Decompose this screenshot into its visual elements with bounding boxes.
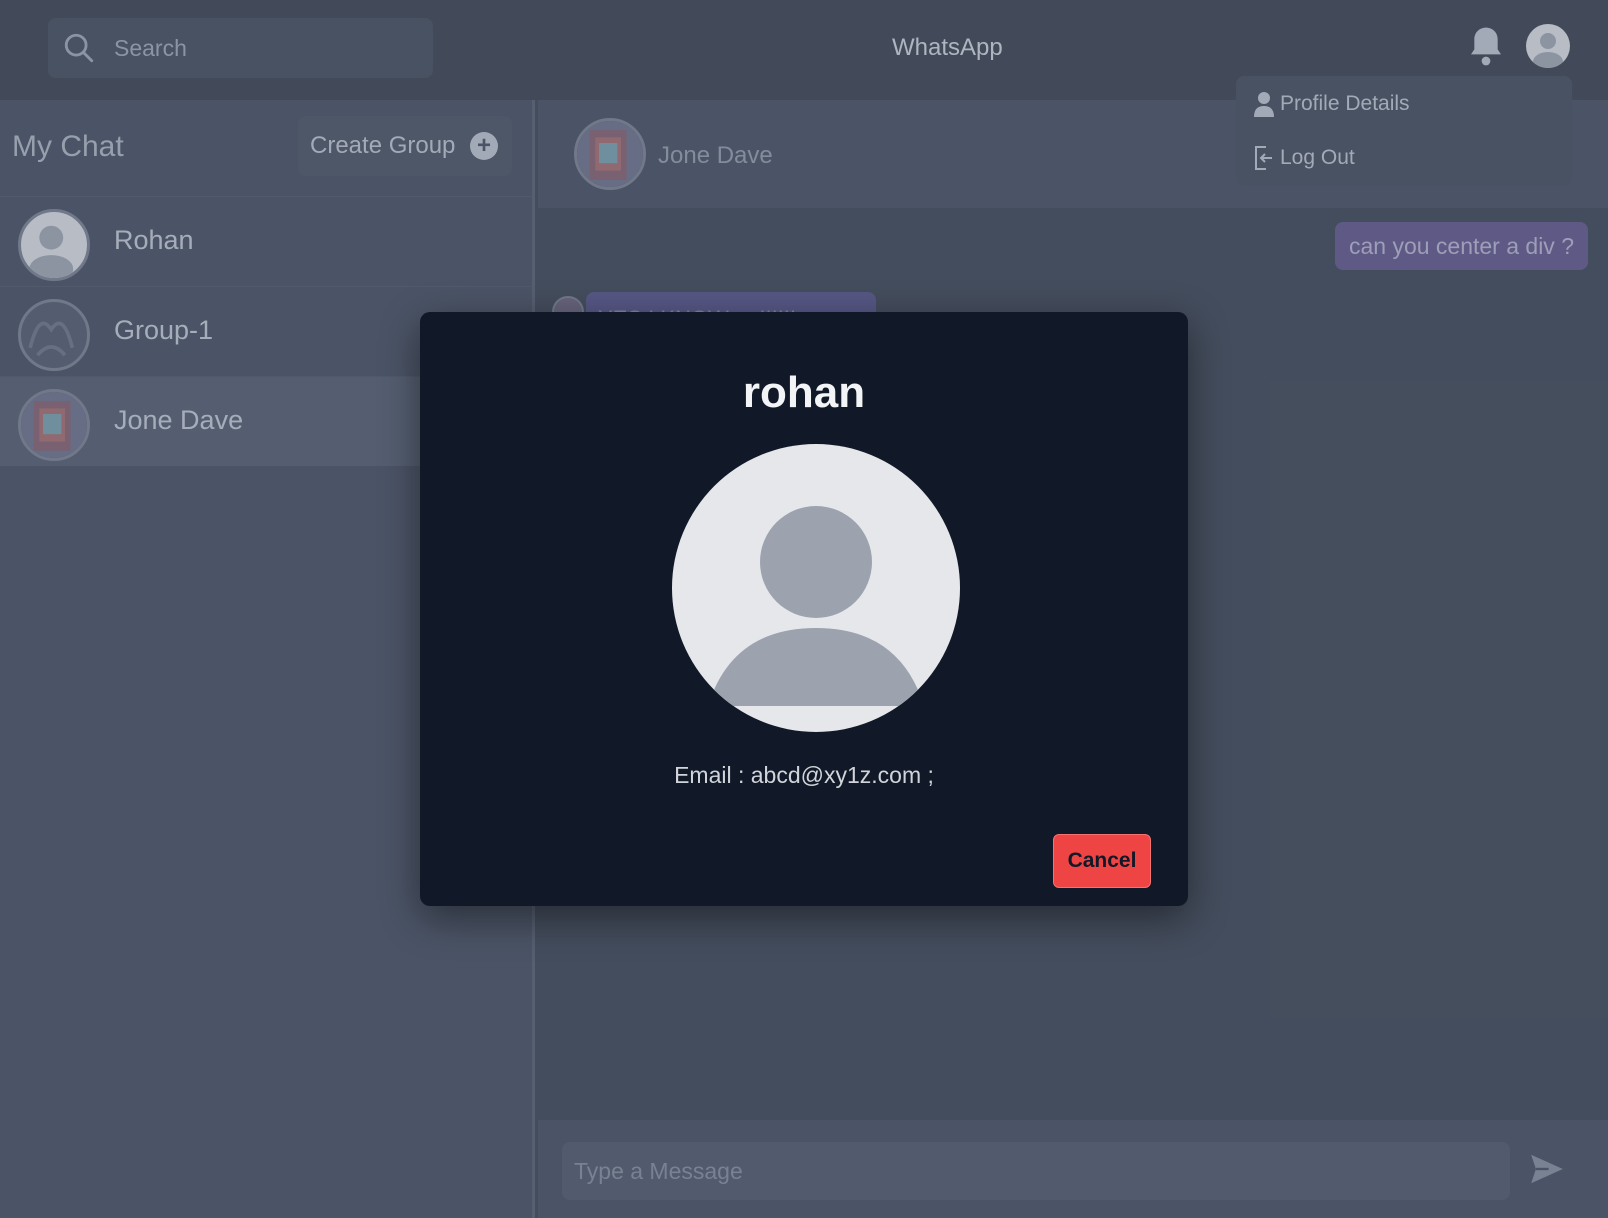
profile-avatar-icon [672,444,960,732]
modal-title: rohan [742,368,866,417]
chat-app: Search WhatsApp My Chat Create Group + R… [0,0,1608,1218]
profile-modal: rohan Email : abcd@xy1z.com ; Cancel [420,312,1188,906]
cancel-button[interactable]: Cancel [1053,834,1151,888]
modal-email: Email : abcd@xy1z.com ; [674,762,934,788]
